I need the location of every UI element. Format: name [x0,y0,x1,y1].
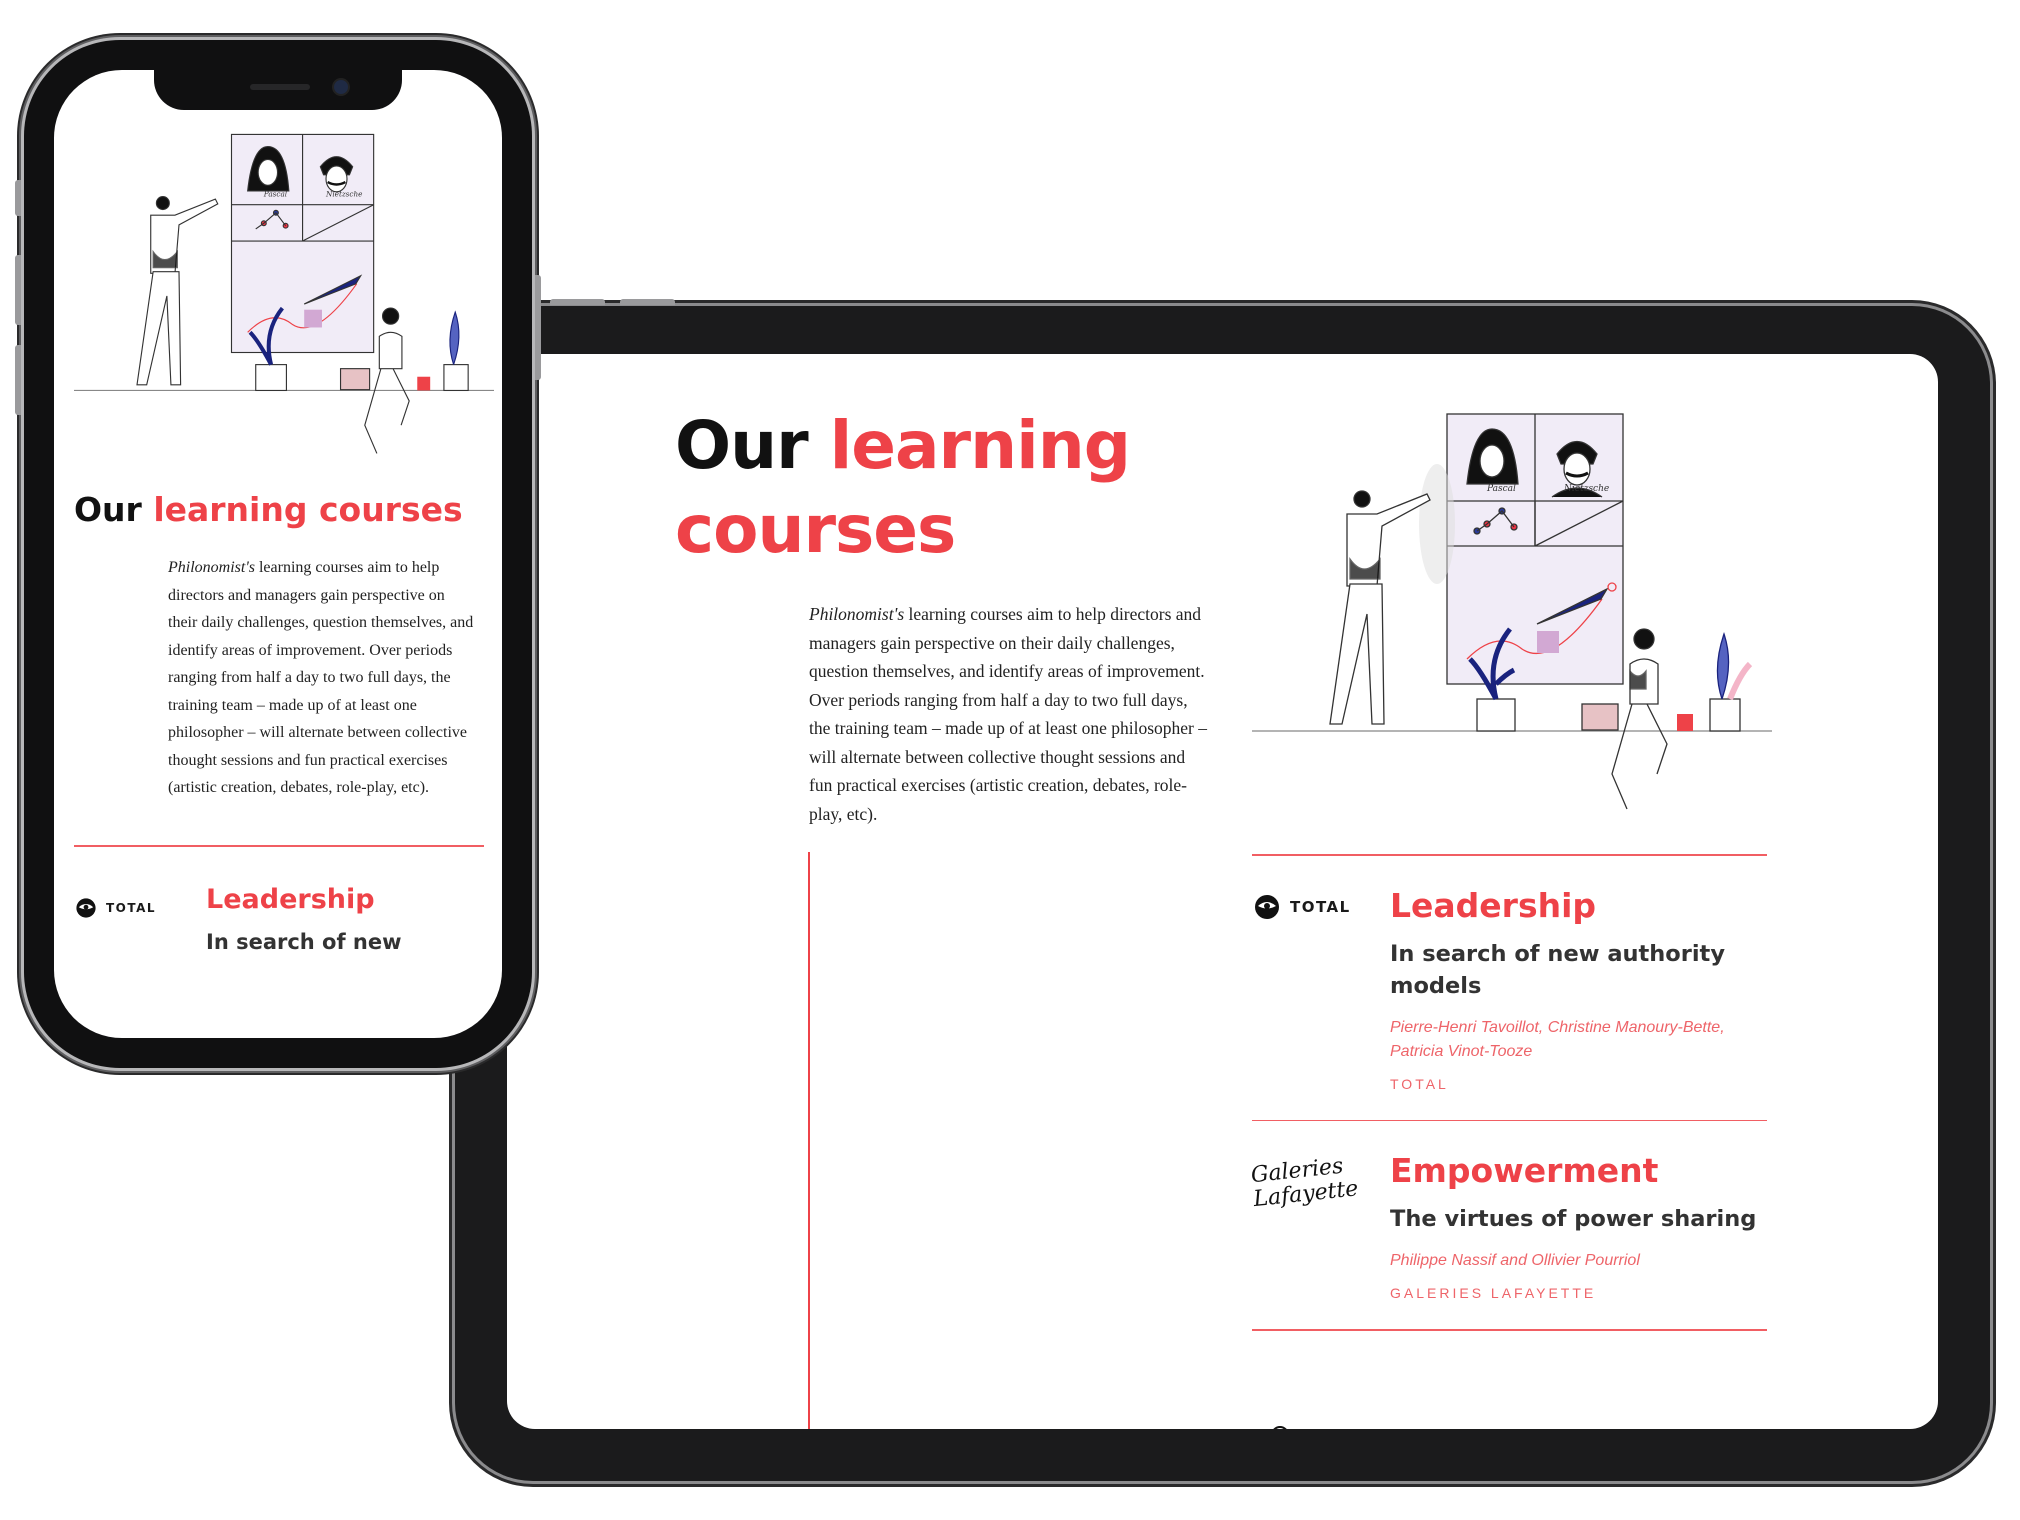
course-logo: TOTAL [74,896,156,920]
galeries-lafayette-logo-icon: Galeries Lafayette [1249,1153,1360,1213]
course-subtitle: In search of new [206,930,402,954]
course-company: GALERIES LAFAYETTE [1390,1285,1597,1301]
tablet-top-button [620,299,675,305]
accent-vertical-line [808,852,810,1429]
tablet-top-button [550,299,605,305]
page-title-accent: learning courses [153,490,463,529]
course-logo: Galeries Lafayette [1249,1151,1390,1301]
course-item[interactable]: Galeries Lafayette Empowerment The virtu… [1249,1121,1767,1329]
course-subtitle: In search of new authority models [1390,940,1725,999]
total-logo-text: TOTAL [1290,897,1351,916]
intro-text: learning courses aim to help directors a… [809,604,1208,824]
phone-volume-up [15,255,21,325]
course-list: TOTAL Leadership In search of new author… [1249,854,1767,1331]
intro-brand: Philonomist's [168,559,255,576]
course-authors: Philippe Nassif and Ollivier Pourriol [1390,1252,1640,1269]
intro-paragraph: Philonomist's learning courses aim to he… [168,554,478,802]
total-logo-text: TOTAL [106,901,157,915]
portrait-right-caption: Nietzsche [1563,484,1609,494]
phone-mute-switch [15,180,21,216]
page-title: Our learning courses [675,404,1235,572]
portrait-left-caption: Pascal [1486,484,1516,494]
tablet-screen: Our learning courses Philonomist's learn… [507,354,1938,1429]
course-title[interactable]: Leadership [206,884,375,915]
course-title[interactable]: Leadership [1390,886,1767,926]
phone-screen: Pascal Nietzsche Our learning courses Ph… [54,70,502,1038]
page-title: Our learning courses [74,490,494,530]
course-company: TOTAL [1390,1075,1449,1092]
speaker-icon [250,84,310,90]
partial-logo-icon [1273,1426,1287,1429]
phone-power-button [535,275,541,380]
phone-notch [154,70,402,110]
course-authors: Pierre-Henri Tavoillot, Christine Manour… [1390,1018,1725,1060]
divider [74,845,484,847]
portrait-right-caption: Nietzsche [325,190,362,199]
intro-brand: Philonomist's [809,604,905,624]
total-logo-icon [76,898,96,918]
portrait-left-caption: Pascal [263,190,288,199]
phone-volume-down [15,345,21,415]
page-title-prefix: Our [675,407,830,484]
divider [1252,1329,1767,1331]
camera-icon [334,80,348,94]
phone-device: Pascal Nietzsche Our learning courses Ph… [15,40,541,1068]
tablet-device: Our learning courses Philonomist's learn… [455,299,1990,1481]
learning-illustration: Pascal Nietzsche [74,133,494,454]
intro-text: learning courses aim to help directors a… [168,559,474,796]
intro-paragraph: Philonomist's learning courses aim to he… [809,600,1209,828]
learning-illustration: Pascal Nietzsche [1252,413,1772,810]
course-logo: TOTAL [1252,886,1390,1092]
course-item[interactable]: TOTAL Leadership In search of new author… [1252,856,1767,1120]
page-title-prefix: Our [74,490,154,529]
course-title[interactable]: Empowerment [1390,1151,1767,1191]
total-logo-icon [1255,894,1279,919]
course-subtitle: The virtues of power sharing [1390,1206,1757,1232]
